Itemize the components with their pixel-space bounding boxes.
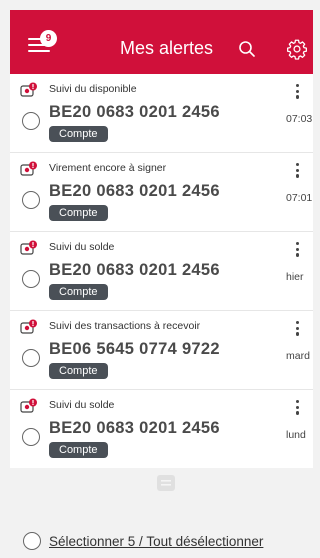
- menu-icon-bar: [28, 50, 50, 52]
- more-options-icon[interactable]: [296, 242, 300, 258]
- settings-button[interactable]: [286, 38, 308, 60]
- account-tag: Compte: [49, 284, 108, 300]
- alert-time: mard: [286, 350, 310, 362]
- alerts-list: Suivi du disponible BE20 0683 0201 2456 …: [10, 74, 313, 468]
- search-button[interactable]: [238, 40, 256, 58]
- alert-time: lund: [286, 429, 306, 441]
- alert-title: Suivi des transactions à recevoir: [49, 320, 201, 332]
- alert-row[interactable]: Virement encore à signer BE20 0683 0201 …: [10, 153, 313, 232]
- select-radio[interactable]: [22, 112, 40, 130]
- alert-bell-icon: [20, 240, 37, 255]
- search-icon: [239, 41, 255, 57]
- alert-title: Suivi du solde: [49, 241, 115, 253]
- app-header: 9 Mes alertes: [10, 10, 313, 74]
- more-options-icon[interactable]: [296, 321, 300, 337]
- alert-title: Suivi du disponible: [49, 83, 137, 95]
- alert-row[interactable]: Suivi du solde BE20 0683 0201 2456 Compt…: [10, 232, 313, 311]
- alert-time: hier: [286, 271, 304, 283]
- list-end-icon: [157, 475, 175, 491]
- select-radio[interactable]: [22, 191, 40, 209]
- alert-row[interactable]: Suivi du solde BE20 0683 0201 2456 Compt…: [10, 390, 313, 468]
- select-all-radio[interactable]: [23, 532, 41, 550]
- account-number: BE20 0683 0201 2456: [49, 103, 220, 121]
- alert-row[interactable]: Suivi du disponible BE20 0683 0201 2456 …: [10, 74, 313, 153]
- gear-icon: [287, 39, 307, 60]
- account-tag: Compte: [49, 442, 108, 458]
- account-tag: Compte: [49, 126, 108, 142]
- select-radio[interactable]: [22, 349, 40, 367]
- alert-bell-icon: [20, 82, 37, 97]
- select-radio[interactable]: [22, 428, 40, 446]
- account-number: BE06 5645 0774 9722: [49, 340, 220, 358]
- select-radio[interactable]: [22, 270, 40, 288]
- alert-bell-icon: [20, 319, 37, 334]
- alert-time: 07:01: [286, 192, 313, 204]
- alert-row[interactable]: Suivi des transactions à recevoir BE06 5…: [10, 311, 313, 390]
- account-number: BE20 0683 0201 2456: [49, 182, 220, 200]
- more-options-icon[interactable]: [296, 163, 300, 179]
- page-title: Mes alertes: [120, 38, 214, 58]
- alert-title: Virement encore à signer: [49, 162, 167, 174]
- alert-time: 07:03: [286, 113, 313, 125]
- alert-title: Suivi du solde: [49, 399, 115, 411]
- account-number: BE20 0683 0201 2456: [49, 419, 220, 437]
- select-all-link[interactable]: Sélectionner 5 / Tout désélectionner: [49, 534, 263, 549]
- alert-bell-icon: [20, 398, 37, 413]
- more-options-icon[interactable]: [296, 400, 300, 416]
- notification-badge: 9: [40, 30, 57, 47]
- account-tag: Compte: [49, 363, 108, 379]
- account-number: BE20 0683 0201 2456: [49, 261, 220, 279]
- account-tag: Compte: [49, 205, 108, 221]
- alert-bell-icon: [20, 161, 37, 176]
- more-options-icon[interactable]: [296, 84, 300, 100]
